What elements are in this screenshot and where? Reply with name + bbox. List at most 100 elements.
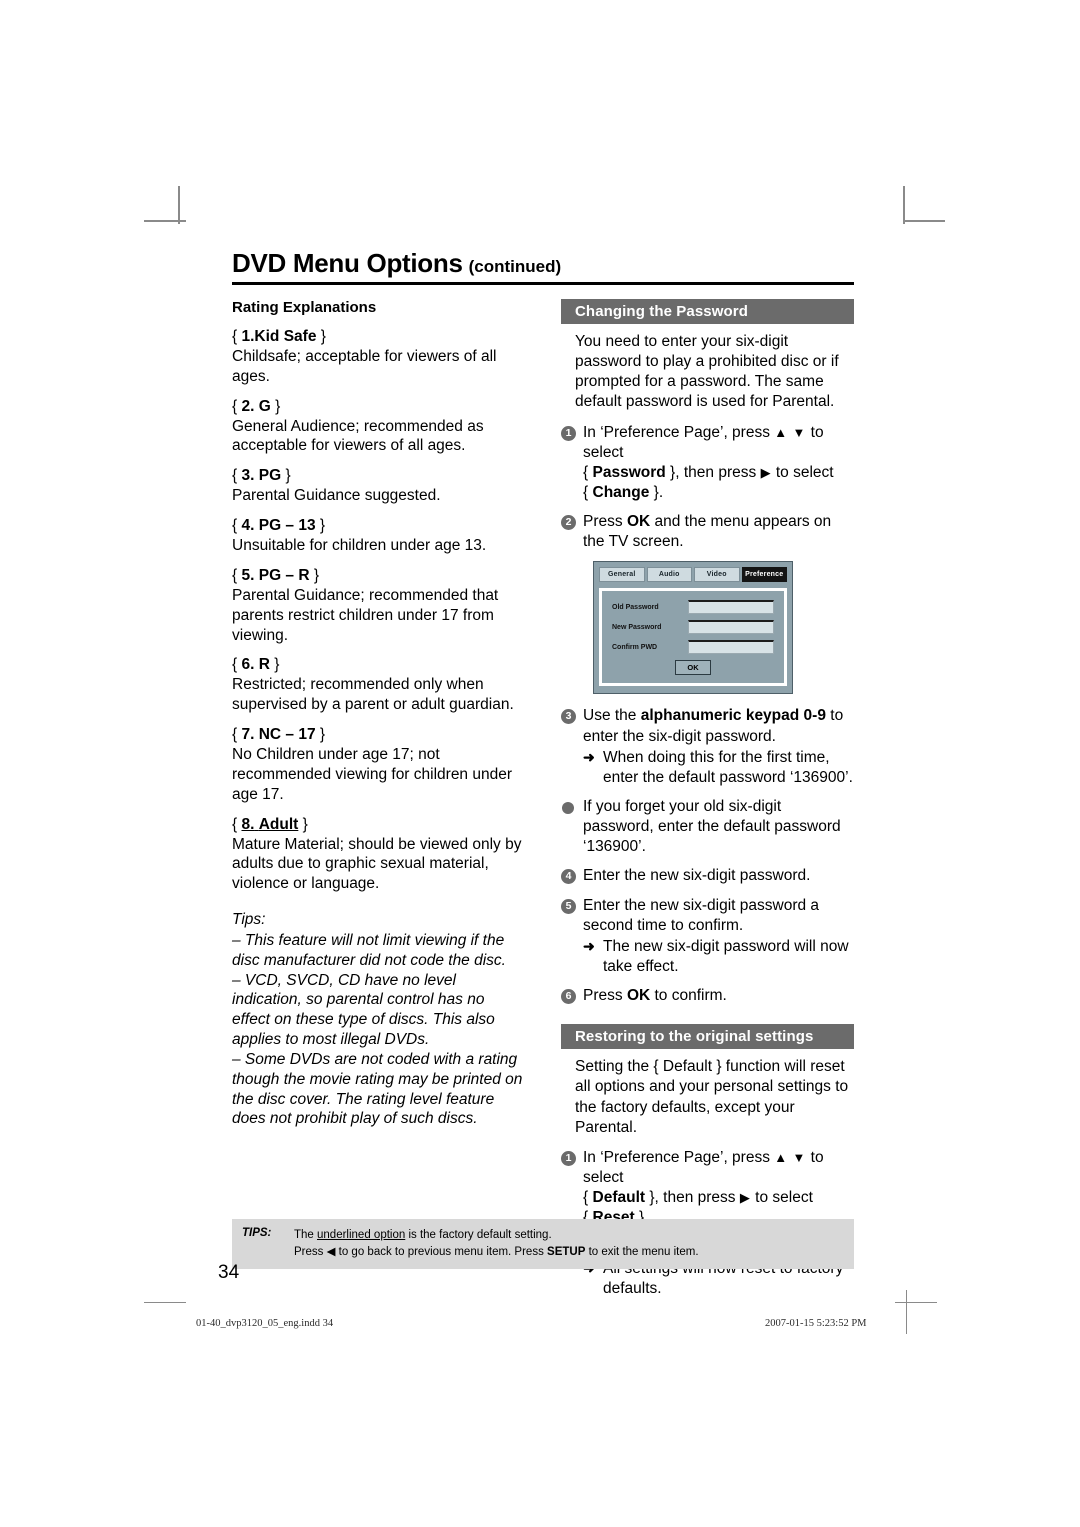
step-text-part: to confirm. [654, 987, 727, 1005]
arrow-result-icon: ➜ [583, 937, 595, 954]
arrow-right-icon: ▶ [739, 1190, 751, 1206]
brace-open: { [583, 1189, 589, 1207]
rating-label: { 5. PG – R } [232, 567, 525, 585]
rating-description: No Children under age 17; not recommende… [232, 746, 513, 803]
crop-mark-top-right-horizontal [903, 220, 945, 222]
rating-number: 5. [241, 566, 255, 584]
restore-step-1: 1 In ‘Preference Page’, press ▲ ▼ to sel… [561, 1148, 854, 1229]
footer-tips-line2-post: to exit the menu item. [585, 1245, 699, 1258]
tv-ok-button[interactable]: OK [675, 660, 711, 676]
tv-label-old-password: Old Password [612, 603, 659, 611]
tv-row-old-password: Old Password [612, 600, 774, 615]
tv-tab-preference[interactable]: Preference [741, 567, 787, 583]
rating-name-value: G [258, 397, 271, 415]
tv-menu-screenshot: General Audio Video Preference Old Passw… [593, 561, 793, 695]
rating-item-8: { 8. Adult } Mature Material; should be … [232, 816, 525, 894]
password-step-2: 2 Press OK and the menu appears on the T… [561, 512, 854, 552]
rating-label: { 4. PG – 13 } [232, 517, 525, 535]
step-text-part: to select [775, 463, 834, 481]
right-column: Changing the Password You need to enter … [561, 299, 854, 1308]
rating-description: Parental Guidance; recommended that pare… [232, 586, 499, 644]
rating-name: Kid Safe [254, 328, 317, 345]
two-column-body: Rating Explanations { 1.Kid Safe } Child… [232, 299, 854, 1308]
step-number-badge: 2 [561, 515, 576, 531]
tv-menu-tabs: General Audio Video Preference [599, 567, 787, 583]
tv-row-confirm-pwd: Confirm PWD [612, 640, 774, 655]
password-step-6: 6 Press OK to confirm. [561, 986, 854, 1006]
footer-tips-underlined-option: underlined option [317, 1229, 406, 1241]
key-ok: OK [626, 513, 651, 531]
brace-close: }, [649, 1189, 659, 1207]
step-text: Enter the new six-digit password. [583, 867, 811, 885]
restoring-settings-heading: Restoring to the original settings [561, 1024, 854, 1050]
arrow-down-icon: ▼ [792, 1149, 807, 1165]
rating-name-value: R [258, 656, 270, 674]
page-content: DVD Menu Options (continued) Rating Expl… [232, 248, 854, 1308]
restoring-settings-intro: Setting the { Default } function will re… [575, 1058, 849, 1136]
crop-mark-top-left-vertical [178, 186, 180, 224]
left-tips-block: Tips: – This feature will not limit view… [232, 910, 525, 1129]
arrow-result-icon: ➜ [583, 748, 595, 765]
footer-tips-text: The underlined option is the factory def… [294, 1227, 699, 1260]
step-text-then-press: then press [683, 463, 757, 481]
brace-close: } [309, 566, 320, 584]
step-number-badge: 3 [561, 709, 576, 725]
brace-open: { [583, 483, 589, 501]
step-text-part: Use the [583, 707, 637, 725]
step-number-badge: 1 [561, 1150, 576, 1166]
step-text-part: In ‘Preference Page’, press [583, 423, 770, 441]
tv-label-new-password: New Password [612, 623, 662, 631]
page-number: 34 [218, 1262, 240, 1283]
rating-item-5: { 5. PG – R } Parental Guidance; recomme… [232, 567, 525, 645]
tv-input-confirm-pwd[interactable] [688, 640, 774, 655]
rating-label: { 8. Adult } [232, 816, 525, 834]
brace-close: } [298, 815, 308, 833]
keypad-reference: alphanumeric keypad 0-9 [640, 707, 826, 725]
footer-tips-line-2: Press ◀ to go back to previous menu item… [294, 1244, 699, 1261]
page-title: DVD Menu Options (continued) [232, 248, 854, 285]
rating-name-value: NC – 17 [258, 726, 316, 744]
print-timestamp: 2007-01-15 5:23:52 PM [765, 1318, 867, 1329]
rating-number: 3. [241, 467, 255, 485]
password-step-3-sub: ➜ When doing this for the first time, en… [583, 748, 854, 788]
rating-item-2: { 2. G } General Audience; recommended a… [232, 398, 525, 457]
crop-mark-bottom-right-vertical [906, 1290, 907, 1334]
rating-description: General Audience; recommended as accepta… [232, 417, 484, 455]
password-step-3: 3 Use the alphanumeric keypad 0-9 to ent… [561, 706, 854, 788]
rating-name-value: PG – 13 [258, 517, 316, 535]
footer-tips-line-1: The underlined option is the factory def… [294, 1227, 699, 1244]
tv-row-new-password: New Password [612, 620, 774, 635]
rating-description: Restricted; recommended only when superv… [232, 676, 514, 714]
sub-text: When doing this for the first time, ente… [603, 748, 853, 786]
tv-menu-frame: General Audio Video Preference Old Passw… [593, 561, 793, 695]
rating-number: 2. [241, 397, 255, 415]
tv-input-old-password[interactable] [688, 600, 774, 615]
tv-input-new-password[interactable] [688, 620, 774, 635]
menu-option-change: Change [592, 483, 650, 501]
page-title-continued: (continued) [468, 257, 562, 276]
step-text-part: Press [583, 987, 623, 1005]
bullet-dot-icon [562, 801, 574, 814]
tv-tab-audio[interactable]: Audio [646, 567, 692, 583]
arrow-up-icon: ▲ [774, 424, 789, 440]
tv-tab-general[interactable]: General [599, 567, 645, 583]
rating-item-4: { 4. PG – 13 } Unsuitable for children u… [232, 517, 525, 556]
brace-close: } [316, 328, 326, 345]
footer-tips-line2-mid: to go back to previous menu item. Press [335, 1245, 548, 1258]
rating-item-7: { 7. NC – 17 } No Children under age 17;… [232, 726, 525, 804]
tv-tab-video[interactable]: Video [694, 567, 740, 583]
rating-label: { 2. G } [232, 398, 525, 416]
password-step-5-sub: ➜ The new six-digit password will now ta… [583, 937, 854, 977]
menu-option-password: Password [592, 463, 666, 481]
rating-number: 6. [241, 656, 255, 674]
step-text: Enter the new six-digit password a secon… [583, 896, 820, 934]
rating-explanations-heading: Rating Explanations [232, 299, 377, 316]
rating-description: Unsuitable for children under age 13. [232, 537, 487, 555]
arrow-right-icon: ▶ [760, 464, 772, 480]
rating-item-6: { 6. R } Restricted; recommended only wh… [232, 656, 525, 715]
step-number-badge: 4 [561, 869, 576, 885]
crop-mark-bottom-left-horizontal [144, 1302, 186, 1303]
brace-close: } [315, 726, 326, 744]
arrow-up-icon: ▲ [774, 1149, 789, 1165]
brace-close: } [281, 467, 291, 485]
